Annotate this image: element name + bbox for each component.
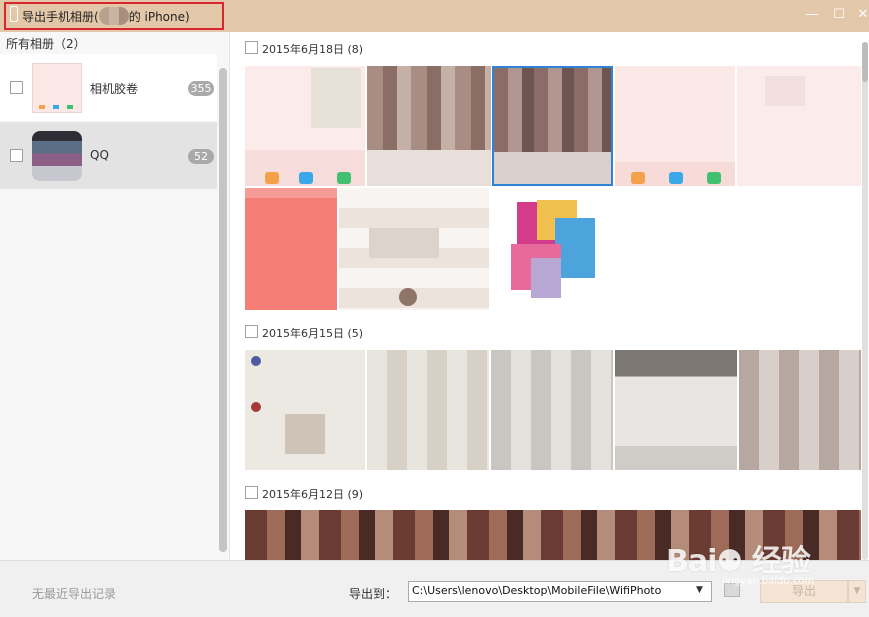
album-count-badge: 355: [188, 81, 214, 96]
window-title: 导出手机相册( 的 iPhone): [22, 7, 190, 25]
album-item-camera-roll[interactable]: 相机胶卷 355: [0, 54, 217, 121]
group-date-label: 2015年6月18日 (8): [262, 43, 364, 56]
photo-thumbnail[interactable]: [245, 66, 365, 186]
photo-thumbnail[interactable]: [737, 66, 861, 186]
album-name: QQ: [90, 148, 109, 162]
close-button[interactable]: ✕: [854, 6, 869, 24]
album-name: 相机胶卷: [90, 82, 139, 96]
album-checkbox[interactable]: [10, 149, 23, 162]
export-to-label: 导出到：: [349, 587, 398, 601]
photo-thumbnail-selected[interactable]: [492, 66, 613, 186]
photo-grid: 2015年6月18日 (8) 2015年6月15日 (5) 2015年6月12日…: [231, 32, 869, 560]
group-date-label: 2015年6月12日 (9): [262, 488, 364, 501]
phone-icon: [10, 6, 18, 22]
photo-grid-scrollbar[interactable]: [862, 42, 868, 560]
chevron-down-icon[interactable]: ▼: [696, 585, 703, 595]
photo-thumbnail-row[interactable]: [245, 510, 861, 560]
export-button[interactable]: 导出: [760, 580, 848, 603]
photo-thumbnail[interactable]: [367, 350, 489, 470]
photo-thumbnail[interactable]: [491, 350, 613, 470]
photo-thumbnail[interactable]: [245, 188, 337, 310]
album-sidebar: 所有相册（2） 相机胶卷 355 QQ 52: [0, 32, 230, 560]
all-albums-header: 所有相册（2）: [6, 37, 86, 51]
group-checkbox[interactable]: [245, 325, 258, 338]
no-export-history-link[interactable]: 无最近导出记录: [32, 585, 116, 602]
photo-thumbnail[interactable]: [739, 350, 861, 470]
redacted-name-mosaic: [98, 7, 129, 25]
export-path-select[interactable]: C:\Users\lenovo\Desktop\MobileFile\WifiP…: [408, 581, 712, 602]
photo-thumbnail[interactable]: [491, 188, 613, 310]
qq-album-thumbnail: [32, 131, 82, 181]
group-checkbox[interactable]: [245, 486, 258, 499]
photo-thumbnail[interactable]: [615, 350, 737, 470]
folder-icon[interactable]: [724, 583, 740, 597]
album-item-qq[interactable]: QQ 52: [0, 122, 217, 189]
photo-thumbnail[interactable]: [367, 66, 491, 186]
minimize-button[interactable]: —: [803, 6, 821, 24]
group-checkbox[interactable]: [245, 41, 258, 54]
window-title-prefix: 导出手机相册(: [22, 10, 99, 24]
album-count-badge: 52: [188, 149, 214, 164]
photo-grid-scroll-thumb[interactable]: [862, 42, 868, 82]
album-checkbox[interactable]: [10, 81, 23, 94]
group-date-label: 2015年6月15日 (5): [262, 327, 364, 340]
photo-thumbnail[interactable]: [339, 188, 489, 310]
window-title-suffix: 的 iPhone): [128, 10, 190, 24]
camera-roll-thumbnail: [32, 63, 82, 113]
photo-thumbnail[interactable]: [245, 350, 365, 470]
title-bar: 导出手机相册( 的 iPhone) — ☐ ✕: [0, 0, 869, 32]
sidebar-scrollbar[interactable]: [219, 68, 227, 552]
export-options-dropdown[interactable]: ▼: [848, 580, 866, 603]
photo-thumbnail[interactable]: [615, 66, 735, 186]
bottom-bar: 无最近导出记录 导出到： C:\Users\lenovo\Desktop\Mob…: [0, 560, 869, 617]
maximize-button[interactable]: ☐: [830, 6, 848, 24]
